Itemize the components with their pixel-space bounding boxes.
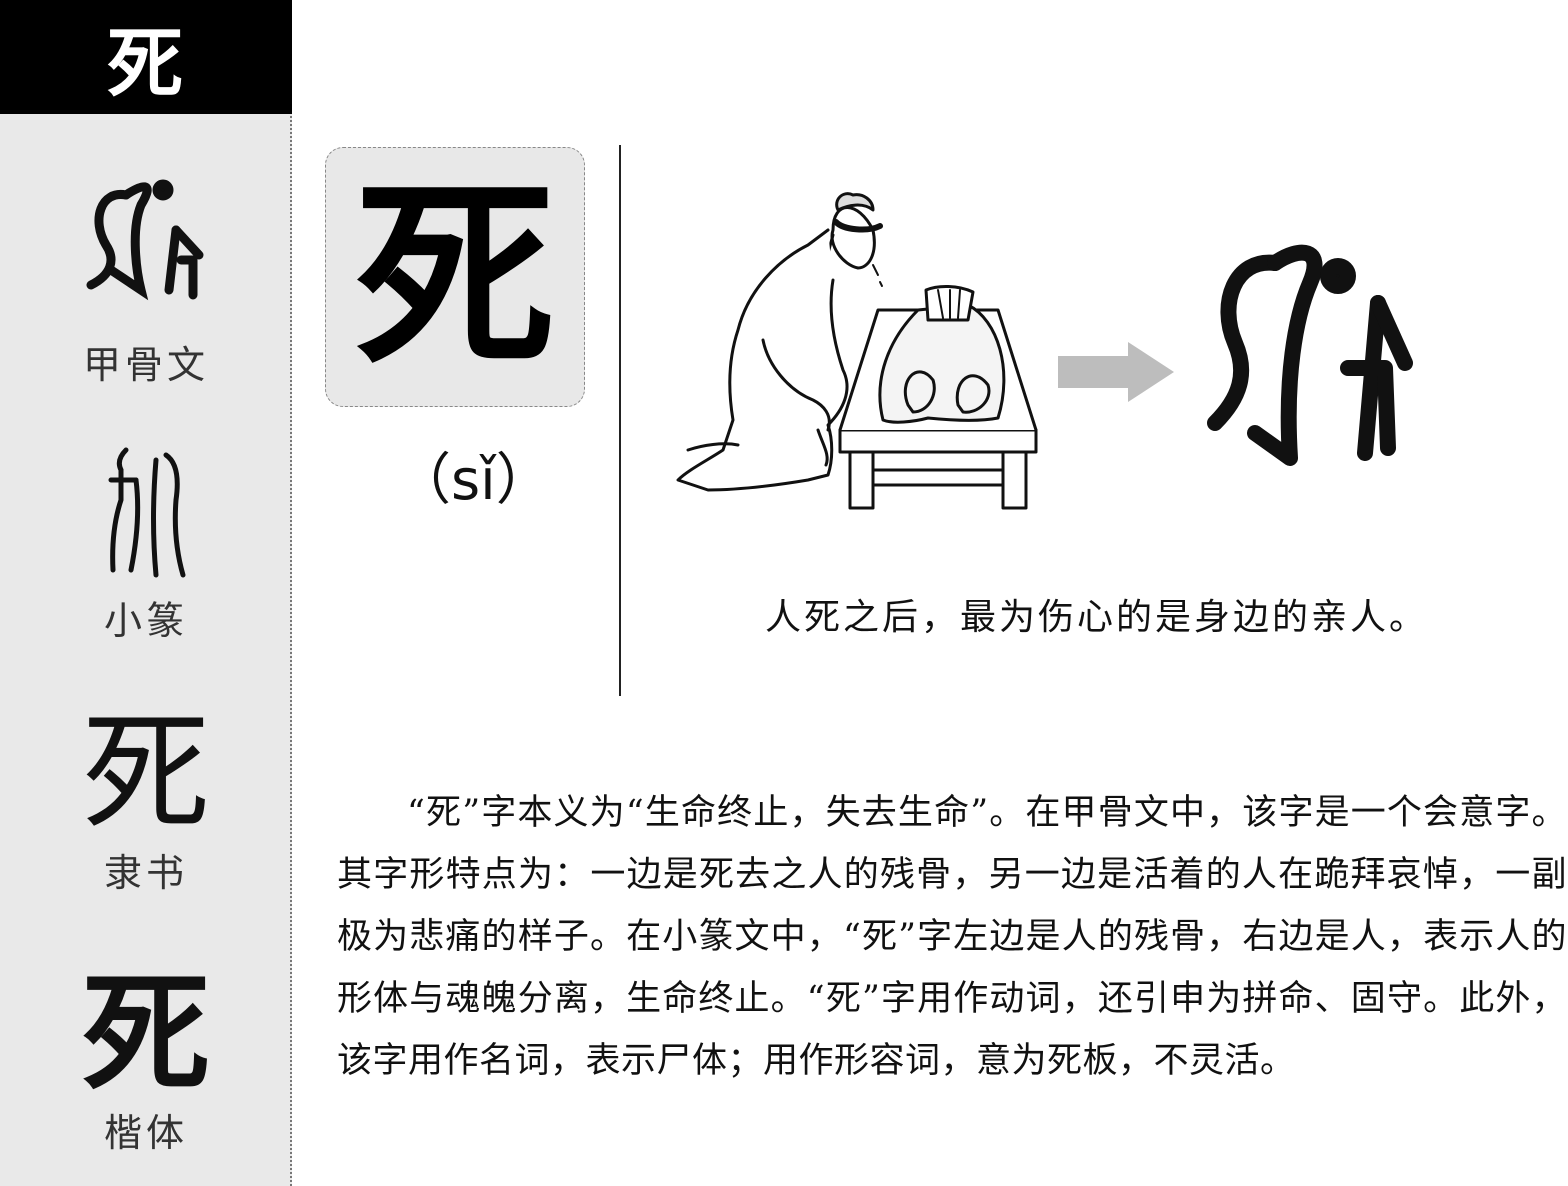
form-seal: 小篆	[0, 440, 292, 645]
character-tile: 死	[325, 147, 585, 407]
mourning-illustration	[676, 192, 1038, 510]
form-label: 隶书	[103, 851, 188, 895]
description-paragraph: “死”字本义为“生命终止，失去生命”。在甲骨文中，该字是一个会意字。其字形特点为…	[337, 793, 1567, 1081]
form-label: 甲骨文	[82, 343, 209, 387]
form-label: 楷体	[103, 1111, 188, 1155]
form-regular: 死 楷体	[0, 970, 292, 1157]
arrow-right-icon	[1058, 342, 1174, 402]
oracle-bone-glyph	[86, 179, 204, 301]
form-label: 小篆	[103, 599, 188, 643]
regular-glyph: 死	[81, 959, 210, 1109]
vertical-divider	[619, 145, 621, 696]
clerical-glyph: 死	[81, 699, 210, 848]
small-seal-glyph	[108, 447, 186, 578]
pinyin: （sǐ）	[395, 448, 552, 513]
form-clerical: 死 隶书	[0, 710, 292, 897]
oracle-bone-large-glyph	[1207, 244, 1413, 466]
sidebar: 死 甲骨文 小篆 死 隶书 死 楷体	[0, 0, 292, 1186]
sidebar-title: 死	[0, 0, 292, 114]
illustration-caption: 人死之后，最为伤心的是身边的亲人。	[765, 597, 1429, 638]
form-oracle: 甲骨文	[0, 160, 292, 389]
main-character: 死	[354, 159, 555, 394]
